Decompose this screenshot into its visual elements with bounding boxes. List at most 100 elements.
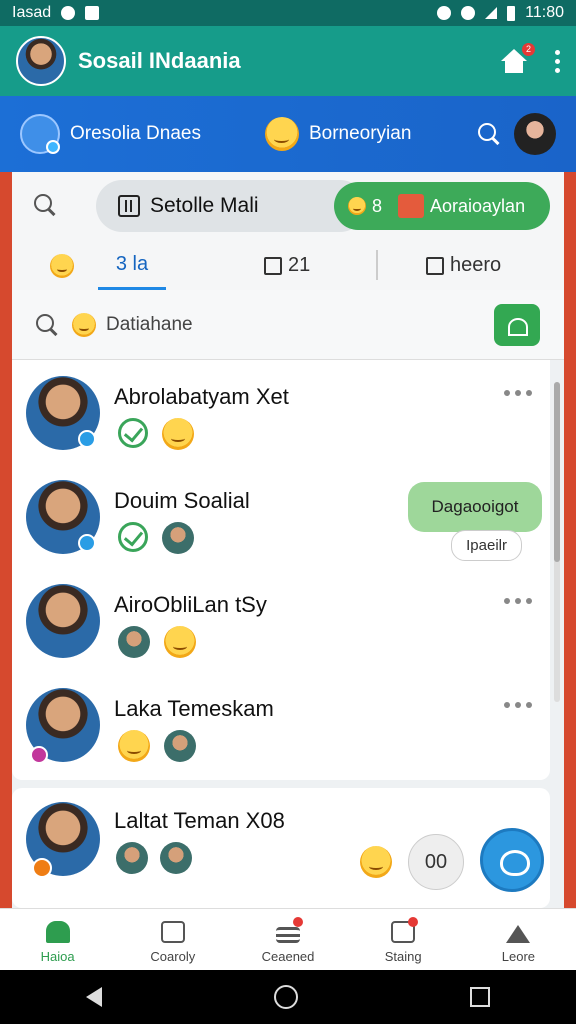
search-input[interactable]: Datiahane xyxy=(106,314,193,336)
battery-icon xyxy=(507,5,516,21)
sticker-icon xyxy=(118,626,150,658)
clock: 11:80 xyxy=(525,4,564,21)
story-item-1[interactable]: Oresolia Dnaes xyxy=(20,114,201,154)
message-bubble[interactable]: Dagaooigot xyxy=(408,482,542,532)
list-item[interactable]: Laka Temeskam xyxy=(12,672,550,776)
nav-store[interactable]: Staing xyxy=(346,909,461,970)
contact-list: Abrolabatyam Xet Douim Soalial Dagaooigo… xyxy=(12,360,550,780)
smiley-icon xyxy=(50,254,74,278)
app-bar: Sosail INdaania 2 xyxy=(0,26,576,96)
green-action-pill[interactable]: 8 Aoraioaylan xyxy=(334,182,550,230)
menu-icon xyxy=(276,927,300,943)
nav-community[interactable]: Coaroly xyxy=(115,909,230,970)
search-icon[interactable] xyxy=(34,194,56,216)
gift-icon xyxy=(398,194,425,218)
verified-icon xyxy=(78,534,96,552)
carrier-label: Iasad xyxy=(12,4,52,21)
nav-feed[interactable]: Ceaened xyxy=(230,909,345,970)
chat-icon xyxy=(160,921,185,943)
nav-label: Staing xyxy=(384,949,422,964)
list-item[interactable]: AiroObliLan tSy xyxy=(12,568,550,672)
user-avatar[interactable] xyxy=(514,113,556,155)
contact-name: Abrolabatyam Xet xyxy=(114,384,289,409)
smiley-icon xyxy=(360,846,392,878)
smiley-icon xyxy=(162,418,194,450)
verified-icon xyxy=(78,430,96,448)
status-icon xyxy=(30,746,48,764)
search-bar[interactable]: Datiahane xyxy=(12,290,564,360)
story-item-2-label: Borneoryian xyxy=(308,123,412,144)
search-icon[interactable] xyxy=(478,123,500,145)
check-icon xyxy=(118,418,148,448)
tab-row: 3 la 21 heero xyxy=(12,242,564,290)
smiley-icon xyxy=(348,197,366,215)
notification-dot xyxy=(292,917,303,927)
tab-2[interactable]: 21 xyxy=(264,254,310,277)
filter-header: Setolle Mali 8 Aoraioaylan 3 la 21 heero xyxy=(12,172,564,290)
more-options-icon[interactable] xyxy=(504,702,532,708)
notification-dot xyxy=(407,917,418,927)
story-avatar-icon xyxy=(20,114,60,154)
bottom-navigation: Haioa Coaroly Ceaened Staing Leore xyxy=(0,908,576,970)
back-icon[interactable] xyxy=(86,987,102,1007)
smiley-icon xyxy=(118,730,150,762)
sticker-icon xyxy=(164,730,196,762)
album-icon xyxy=(426,256,444,275)
suggested-card[interactable]: Laltat Teman X08 00 xyxy=(12,788,550,908)
check-icon xyxy=(118,522,148,552)
nav-label: Coaroly xyxy=(150,949,196,964)
nav-home[interactable]: Haioa xyxy=(0,909,115,970)
app-title: Sosail INdaania xyxy=(78,48,241,73)
main-panel: Setolle Mali 8 Aoraioaylan 3 la 21 heero… xyxy=(12,172,564,908)
status-icon xyxy=(32,858,52,878)
message-sub-bubble: Ipaeilr xyxy=(451,530,522,561)
tab-1[interactable]: 3 la xyxy=(98,242,166,290)
status-bar: Iasad 11:80 xyxy=(0,0,576,26)
category-pill-label: Setolle Mali xyxy=(150,194,259,217)
more-options-icon[interactable] xyxy=(504,598,532,604)
tab-3[interactable]: heero xyxy=(426,254,501,277)
avatar xyxy=(26,584,100,658)
green-pill-label: Aoraioaylan xyxy=(430,195,526,216)
book-icon xyxy=(264,256,282,275)
story-bar: Oresolia Dnaes Borneoryian xyxy=(0,96,576,172)
smiley-icon xyxy=(264,117,299,151)
notification-icon xyxy=(61,6,76,20)
system-navigation xyxy=(0,970,576,1024)
contact-name: AiroObliLan tSy xyxy=(114,592,267,617)
chat-fab-icon[interactable] xyxy=(480,828,544,892)
scrollbar[interactable] xyxy=(554,382,560,702)
notification-badge: 2 xyxy=(522,43,535,56)
story-item-1-label: Oresolia Dnaes xyxy=(70,123,201,144)
contact-name: Laka Temeskam xyxy=(114,696,274,721)
recents-icon[interactable] xyxy=(470,987,490,1007)
category-pill[interactable]: Setolle Mali xyxy=(96,180,366,232)
sticker-icon xyxy=(162,522,194,554)
search-icon xyxy=(36,313,58,336)
contact-name: Douim Soalial xyxy=(114,488,250,513)
home-icon xyxy=(45,921,70,943)
tab-3-label: heero xyxy=(450,254,502,276)
more-options-icon[interactable] xyxy=(504,390,532,396)
counter-button[interactable]: 00 xyxy=(408,834,464,890)
kebab-menu-icon[interactable] xyxy=(555,49,560,73)
mail-icon xyxy=(85,6,100,20)
profile-avatar[interactable] xyxy=(16,36,66,86)
nav-label: Haioa xyxy=(40,949,75,964)
story-item-2[interactable]: Borneoryian xyxy=(264,117,412,151)
heart-button[interactable] xyxy=(494,303,540,346)
grid-icon xyxy=(118,195,140,217)
content-area: Setolle Mali 8 Aoraioaylan 3 la 21 heero… xyxy=(0,172,576,908)
list-item[interactable]: Abrolabatyam Xet xyxy=(12,360,550,464)
nav-share[interactable]: Leore xyxy=(461,909,576,970)
list-item[interactable]: Douim Soalial Dagaooigot Ipaeilr xyxy=(12,464,550,568)
system-home-icon[interactable] xyxy=(274,985,298,1009)
green-pill-count: 8 xyxy=(372,195,383,216)
share-icon xyxy=(506,925,531,943)
home-icon[interactable]: 2 xyxy=(501,43,535,73)
sync-icon xyxy=(437,6,452,20)
sticker-icon xyxy=(116,842,148,874)
nav-label: Ceaened xyxy=(261,949,315,964)
alarm-icon xyxy=(461,6,476,20)
tab-2-label: 21 xyxy=(288,254,311,276)
